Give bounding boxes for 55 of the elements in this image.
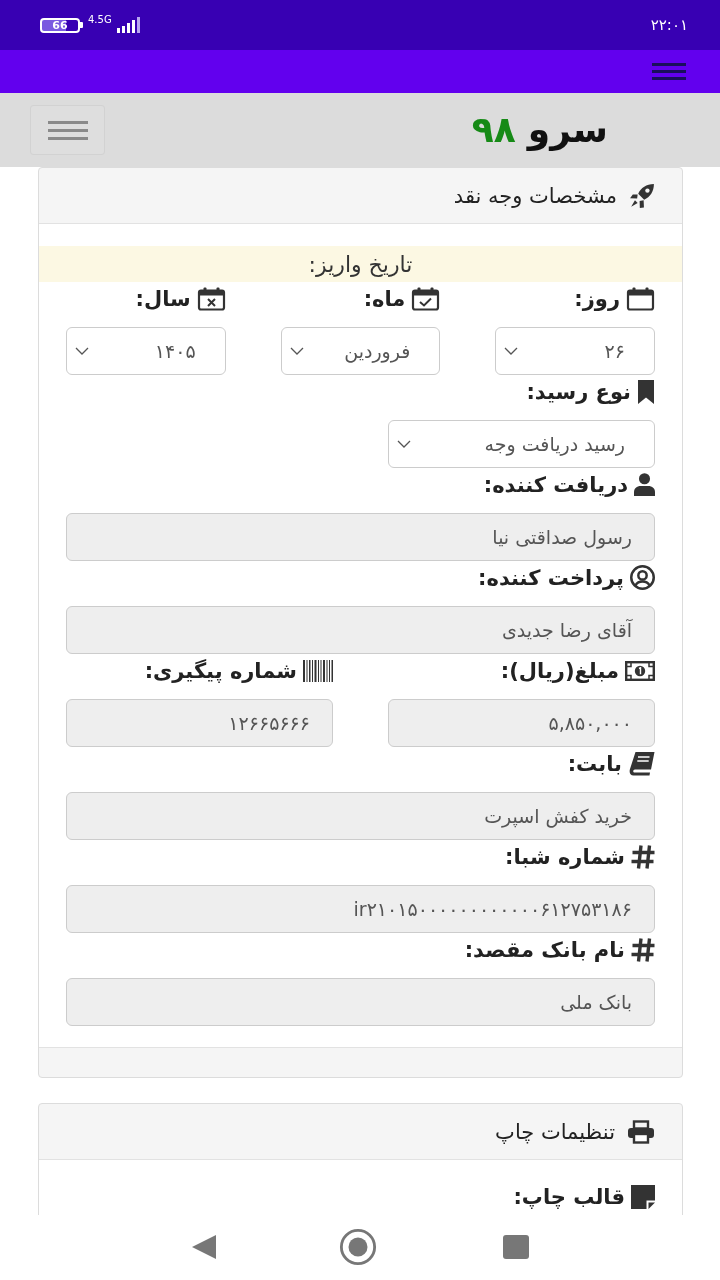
- text-field[interactable]: ۱۲۶۶۵۶۶۶: [66, 699, 333, 747]
- select-field[interactable]: ۲۶: [495, 327, 655, 375]
- user-icon: [634, 473, 655, 496]
- calendar-icon: [626, 286, 655, 311]
- menu-button[interactable]: [30, 105, 105, 155]
- field-label: پرداخت کننده:: [478, 565, 624, 590]
- bookmark-icon: [637, 379, 655, 404]
- menu-icon[interactable]: [652, 63, 686, 80]
- network-type: 4.5G: [88, 15, 112, 25]
- money-bill-icon: [625, 660, 655, 681]
- select-field[interactable]: فروردین: [280, 327, 441, 375]
- back-icon[interactable]: [191, 1233, 217, 1260]
- calendar-check-icon: [411, 286, 441, 311]
- rocket-icon: [629, 182, 655, 209]
- text-field[interactable]: خرید کفش اسپرت: [66, 792, 655, 840]
- calendar-x-icon: [196, 286, 226, 311]
- chevron-down-icon: [397, 440, 411, 448]
- card-title: مشخصات وجه نقد: [453, 183, 617, 208]
- text-field[interactable]: بانک ملی: [66, 978, 655, 1026]
- field-label: نوع رسید:: [526, 379, 631, 404]
- chevron-down-icon: [504, 347, 519, 355]
- menu-icon[interactable]: [47, 120, 88, 140]
- chevron-down-icon: [75, 347, 89, 355]
- hashtag-icon: [631, 844, 655, 869]
- field-label: دریافت کننده:: [483, 472, 628, 497]
- text-field[interactable]: رسول صداقتی نیا: [66, 513, 655, 561]
- field-label: بابت:: [567, 751, 622, 776]
- text-field[interactable]: آقای رضا جدیدی: [66, 606, 655, 654]
- field-label: مبلغ(ریال):: [500, 658, 619, 683]
- barcode-icon: [303, 659, 333, 682]
- select-field[interactable]: رسید دریافت وجه: [388, 420, 655, 468]
- field-label: روز:: [574, 286, 620, 311]
- card-title: تنظیمات چاپ: [495, 1119, 615, 1144]
- field-label: شماره شبا:: [505, 844, 625, 869]
- printer-icon: [627, 1119, 655, 1144]
- book-icon: [628, 751, 655, 776]
- logo-number: ۹۸: [471, 112, 516, 148]
- clock-time: ۲۲:۰۱: [650, 16, 688, 34]
- field-label: نام بانک مقصد:: [464, 937, 625, 962]
- field-label: ماه:: [363, 286, 406, 311]
- recents-icon[interactable]: [503, 1234, 529, 1259]
- sticky-note-icon: [631, 1184, 655, 1209]
- signal-icon: [116, 17, 141, 33]
- chevron-down-icon: [289, 347, 304, 355]
- text-field[interactable]: ۵,۸۵۰,۰۰۰: [388, 699, 655, 747]
- battery-indicator: 66: [40, 17, 83, 33]
- select-field[interactable]: ۱۴۰۵: [66, 327, 226, 375]
- hashtag-icon: [631, 937, 655, 962]
- user-circle-icon: [630, 565, 655, 590]
- field-label: شماره پیگیری:: [144, 658, 297, 683]
- field-label: سال:: [135, 286, 191, 311]
- text-field[interactable]: ir۲۱۰۱۵۰۰۰۰۰۰۰۰۰۰۰۰۶۱۲۷۵۳۱۸۶: [66, 885, 655, 933]
- home-icon[interactable]: [339, 1227, 377, 1266]
- field-label: قالب چاپ:: [513, 1184, 625, 1209]
- date-heading: تاریخ واریز:: [39, 246, 682, 282]
